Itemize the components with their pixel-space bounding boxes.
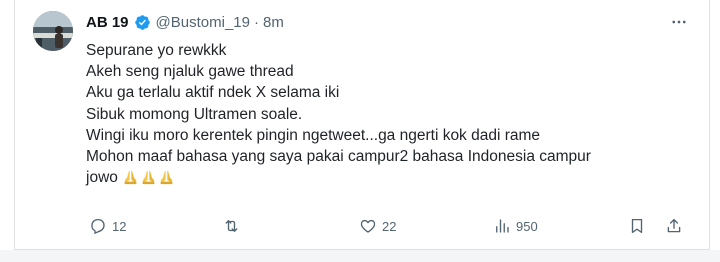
tweet-text: Sepurane yo rewkkk Akeh seng njaluk gawe… (86, 40, 686, 188)
tweet-text-line: Mohon maaf bahasa yang saya pakai campur… (86, 148, 591, 166)
like-icon (359, 217, 377, 235)
bookmark-icon (628, 217, 646, 235)
tweet-header: AB 19 @Bustomi_19 · 8m (86, 12, 284, 32)
repost-button[interactable] (222, 214, 246, 238)
tweet-text-line: Aku ga terlalu aktif ndek X selama iki (86, 84, 340, 102)
more-options-icon[interactable] (667, 12, 691, 32)
tweet-text-line: Sibuk momong Ultramen soale. (86, 105, 303, 123)
views-count: 950 (516, 218, 538, 234)
tweet-text-line: Akeh seng njaluk gawe thread (86, 63, 294, 81)
views-icon (493, 217, 511, 235)
like-button[interactable]: 22 (359, 214, 396, 238)
tweet-timestamp[interactable]: 8m (263, 14, 284, 31)
page-background-strip (0, 250, 720, 262)
praying-hands-emoji-icon (122, 168, 175, 185)
reply-count: 12 (112, 218, 127, 234)
verified-badge-icon (134, 14, 151, 31)
share-icon (665, 217, 683, 235)
display-name[interactable]: AB 19 (86, 14, 129, 31)
bookmark-button[interactable] (628, 214, 646, 238)
repost-icon (222, 217, 241, 235)
header-separator: · (253, 13, 259, 31)
tweet-text-line-last: jowo (86, 167, 686, 188)
tweet-card[interactable]: AB 19 @Bustomi_19 · 8m Sepurane yo rewkk… (14, 0, 710, 250)
avatar[interactable] (33, 11, 73, 51)
tweet-text-word: jowo (86, 169, 118, 187)
tweet-text-line: Wingi iku moro kerentek pingin ngetweet.… (86, 126, 541, 144)
tweet-text-line: Sepurane yo rewkkk (86, 42, 227, 59)
author-handle[interactable]: @Bustomi_19 (156, 14, 250, 31)
like-count: 22 (382, 218, 397, 234)
reply-icon (89, 217, 107, 235)
share-button[interactable] (665, 214, 683, 238)
views-button[interactable]: 950 (493, 214, 538, 238)
tweet-actions-bar: 12 22 950 (15, 214, 711, 238)
reply-button[interactable]: 12 (89, 214, 126, 238)
